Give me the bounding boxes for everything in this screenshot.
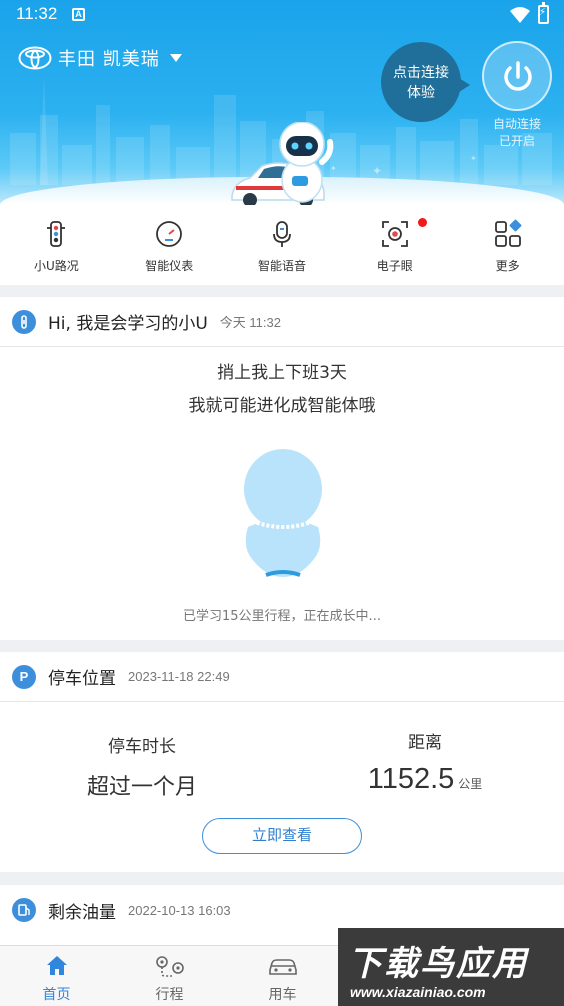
nav-car-label: 用车 [268, 987, 297, 1003]
nav-home[interactable]: 首页 [0, 946, 113, 1006]
nav-home-label: 首页 [42, 987, 71, 1003]
camera-new-badge [418, 218, 427, 227]
more-grid-icon [494, 219, 522, 247]
robot-silhouette-illustration [244, 449, 322, 577]
quick-menu-gauge[interactable]: 智能仪表 [113, 205, 226, 285]
parking-distance-unit: 公里 [458, 777, 483, 791]
auto-connect-line2: 已开启 [498, 134, 535, 148]
fuel-card-time: 2022-10-13 16:03 [128, 902, 231, 918]
quick-menu-label: 电子眼 [376, 259, 413, 273]
connect-line2: 体验 [407, 85, 435, 101]
parking-distance: 距离 1152.5 公里 [340, 728, 510, 796]
learning-card: Hi, 我是会学习的小U 今天 11:32 捎上我上下班3天 我就可能进化成智能… [0, 297, 564, 640]
car-selector[interactable]: 丰田 凯美瑞 [18, 44, 182, 72]
parking-icon: P [12, 664, 36, 689]
power-icon [504, 61, 532, 91]
power-connect-button[interactable] [482, 41, 552, 111]
learning-card-header: Hi, 我是会学习的小U 今天 11:32 [0, 297, 564, 347]
quick-menu-camera[interactable]: 电子眼 [338, 205, 451, 285]
parking-duration-label: 停车时长 [108, 737, 176, 757]
car-name: 丰田 凯美瑞 [58, 49, 160, 70]
quick-menu-voice[interactable]: 智能语音 [226, 205, 339, 285]
parking-card: P 停车位置 2023-11-18 22:49 停车时长 超过一个月 距离 11… [0, 652, 564, 872]
header-banner: ✦✦ ✦ 11:32 A 丰田 凯美瑞 点击连接 [0, 0, 564, 205]
connect-line1: 点击连接 [393, 65, 449, 81]
wifi-icon [510, 7, 530, 23]
traffic-light-icon [47, 221, 66, 247]
connect-experience-bubble[interactable]: 点击连接 体验 [381, 42, 470, 122]
quick-menu-more[interactable]: 更多 [451, 205, 564, 285]
learning-card-title: Hi, 我是会学习的小U [48, 314, 208, 334]
robot-mascot-illustration [279, 122, 334, 203]
camera-icon [381, 221, 408, 247]
quick-menu-label: 更多 [495, 259, 520, 273]
status-time: 11:32 [16, 4, 58, 23]
parking-distance-value: 1152.5 [367, 763, 455, 795]
nav-trips[interactable]: 行程 [113, 946, 226, 1006]
view-now-button[interactable]: 立即查看 [202, 818, 362, 854]
car-icon [268, 959, 297, 975]
parking-duration-value: 超过一个月 [86, 775, 197, 800]
nav-car[interactable]: 用车 [226, 946, 339, 1006]
learning-message: 捎上我上下班3天 我就可能进化成智能体哦 [0, 357, 564, 423]
parking-duration: 停车时长 超过一个月 [62, 732, 222, 801]
gauge-icon [156, 221, 183, 247]
learning-progress: 已学习15公里行程，正在成长中... [183, 609, 381, 624]
auto-connect-status: 自动连接 已开启 [482, 116, 552, 150]
fuel-icon [12, 898, 36, 922]
watermark-url: www.xiazainiao.com [350, 984, 486, 1000]
auto-connect-line1: 自动连接 [492, 117, 541, 131]
microphone-icon [273, 221, 291, 247]
fuel-card-title: 剩余油量 [48, 902, 116, 923]
quick-menu-label: 小U路况 [34, 259, 79, 273]
battery-icon [538, 2, 549, 24]
parking-card-time: 2023-11-18 22:49 [128, 669, 230, 684]
chevron-down-icon [169, 54, 182, 62]
home-icon [46, 956, 67, 975]
quick-menu: 小U路况 智能仪表 智能语音 电子眼 更多 [0, 205, 564, 285]
parking-card-header: P 停车位置 2023-11-18 22:49 [0, 652, 564, 702]
notification-icon: A [72, 8, 85, 21]
parking-distance-label: 距离 [408, 733, 442, 753]
status-bar: 11:32 A [0, 0, 564, 30]
svg-text:✦: ✦ [470, 154, 477, 163]
svg-text:✦: ✦ [372, 164, 382, 178]
learning-message-line2: 我就可能进化成智能体哦 [188, 396, 376, 416]
quick-menu-label: 智能仪表 [145, 259, 194, 273]
site-watermark: 下载鸟应用 www.xiazainiao.com [338, 928, 564, 1006]
learning-card-time: 今天 11:32 [219, 315, 281, 330]
toyota-logo-icon [18, 46, 52, 70]
route-icon [155, 956, 184, 977]
info-icon [12, 309, 36, 334]
parking-card-title: 停车位置 [48, 669, 116, 689]
nav-trips-label: 行程 [155, 987, 184, 1003]
quick-menu-traffic[interactable]: 小U路况 [0, 205, 113, 285]
watermark-title: 下载鸟应用 [348, 944, 528, 984]
quick-menu-label: 智能语音 [257, 259, 306, 273]
learning-message-line1: 捎上我上下班3天 [217, 363, 347, 383]
